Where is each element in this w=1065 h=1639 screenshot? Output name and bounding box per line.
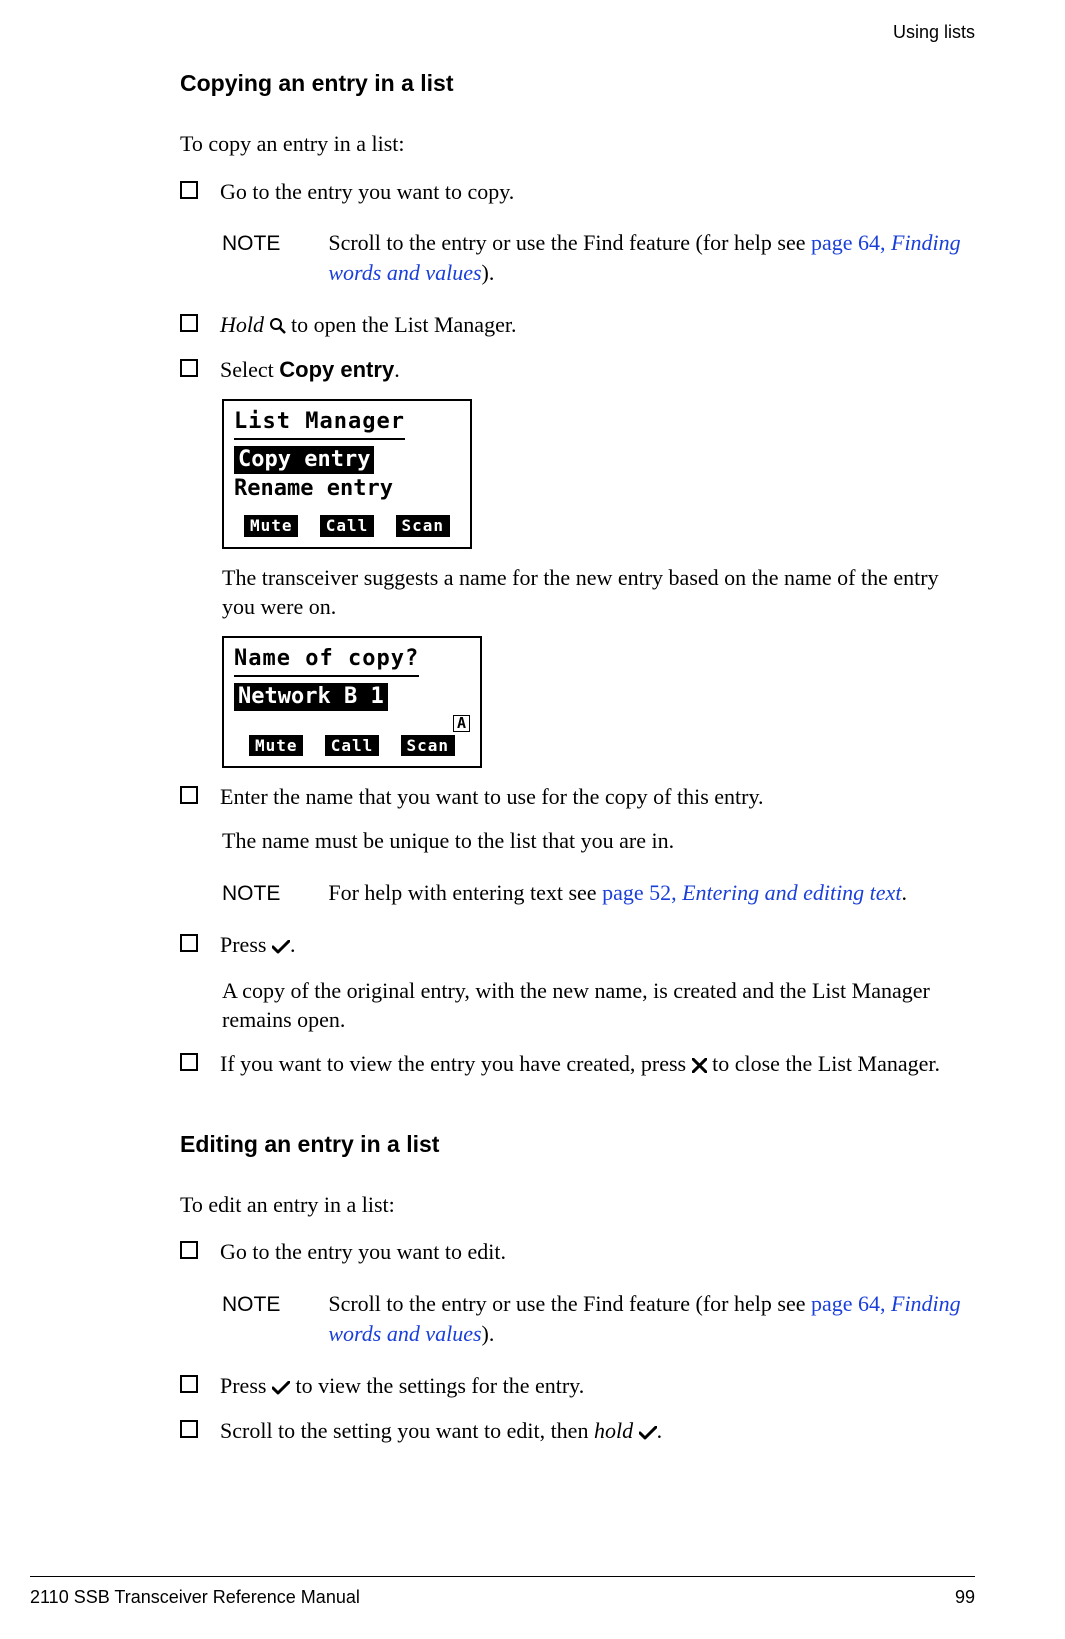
link-entering-text[interactable]: Entering and editing text: [682, 880, 901, 905]
link-comma: ,: [880, 1291, 891, 1316]
note-pre: Scroll to the entry or use the Find feat…: [328, 230, 811, 255]
checkbox-icon: [180, 314, 198, 332]
section-title-copying: Copying an entry in a list: [180, 68, 975, 99]
link-page-52[interactable]: page 52: [602, 880, 671, 905]
note-pre: Scroll to the entry or use the Find feat…: [328, 1291, 811, 1316]
step-post: .: [657, 1418, 663, 1443]
lcd-title: Name of copy?: [234, 646, 419, 676]
step-select-copy-entry: Select Copy entry.: [180, 355, 975, 385]
page-footer: 2110 SSB Transceiver Reference Manual 99: [30, 1576, 975, 1609]
lcd-indicator-a: A: [453, 715, 470, 732]
softkey-scan: Scan: [396, 515, 451, 536]
copy-entry-label: Copy entry: [279, 357, 394, 382]
checkbox-icon: [180, 359, 198, 377]
running-header: Using lists: [893, 20, 975, 44]
step-enter-name: Enter the name that you want to use for …: [180, 782, 975, 812]
step-pre: Press: [220, 1373, 272, 1398]
step-text: Go to the entry you want to copy.: [220, 177, 975, 207]
note-post: ).: [482, 260, 495, 285]
x-icon: [692, 1051, 707, 1081]
note-post: .: [901, 880, 907, 905]
note-find-feature-1: NOTE Scroll to the entry or use the Find…: [222, 228, 975, 287]
checkbox-icon: [180, 1420, 198, 1438]
checkbox-icon: [180, 1053, 198, 1071]
checkbox-icon: [180, 934, 198, 952]
tick-icon: [639, 1418, 657, 1448]
lcd-title: List Manager: [234, 409, 405, 439]
step-text: to open the List Manager.: [286, 312, 517, 337]
softkey-scan: Scan: [401, 735, 456, 756]
para-unique-name: The name must be unique to the list that…: [222, 826, 975, 856]
note-text: Scroll to the entry or use the Find feat…: [328, 1289, 975, 1348]
para-suggested-name: The transceiver suggests a name for the …: [222, 563, 975, 622]
note-post: ).: [482, 1321, 495, 1346]
note-label: NOTE: [222, 1291, 280, 1319]
step-go-to-entry-edit: Go to the entry you want to edit.: [180, 1237, 975, 1267]
note-text: Scroll to the entry or use the Find feat…: [328, 228, 975, 287]
step-text: Enter the name that you want to use for …: [220, 782, 975, 812]
step-press-x: If you want to view the entry you have c…: [180, 1049, 975, 1081]
step-pre: Press: [220, 932, 272, 957]
lcd-row: Rename entry: [234, 476, 460, 502]
link-page-64[interactable]: page 64: [811, 230, 880, 255]
checkbox-icon: [180, 181, 198, 199]
checkbox-icon: [180, 1241, 198, 1259]
step-scroll-hold-tick: Scroll to the setting you want to edit, …: [180, 1416, 975, 1448]
step-go-to-entry-copy: Go to the entry you want to copy.: [180, 177, 975, 207]
checkbox-icon: [180, 1375, 198, 1393]
hold-word: hold: [594, 1418, 633, 1443]
note-label: NOTE: [222, 230, 280, 258]
intro-editing: To edit an entry in a list:: [180, 1190, 975, 1220]
page-number: 99: [955, 1585, 975, 1609]
checkbox-icon: [180, 786, 198, 804]
lcd-selected-row: Copy entry: [234, 446, 374, 474]
hold-word: Hold: [220, 312, 264, 337]
softkey-mute: Mute: [244, 515, 299, 536]
step-press-tick: Press .: [180, 930, 975, 962]
section-title-editing: Editing an entry in a list: [180, 1129, 975, 1160]
note-entering-text: NOTE For help with entering text see pag…: [222, 878, 975, 908]
para-copy-created: A copy of the original entry, with the n…: [222, 976, 975, 1035]
lcd-name-of-copy: Name of copy? Network B 1 A Mute Call Sc…: [222, 636, 482, 768]
step-post: to view the settings for the entry.: [290, 1373, 584, 1398]
note-label: NOTE: [222, 880, 280, 908]
footer-title: 2110 SSB Transceiver Reference Manual: [30, 1585, 360, 1609]
step-pre: Select: [220, 357, 279, 382]
magnifier-icon: [270, 312, 286, 342]
note-pre: For help with entering text see: [328, 880, 602, 905]
tick-icon: [272, 1373, 290, 1403]
tick-icon: [272, 932, 290, 962]
step-hold-find: Hold to open the List Manager.: [180, 310, 975, 342]
note-text: For help with entering text see page 52,…: [328, 878, 975, 908]
lcd-list-manager: List Manager Copy entry Rename entry Mut…: [222, 399, 472, 549]
step-post: .: [394, 357, 400, 382]
softkey-call: Call: [320, 515, 375, 536]
link-comma: ,: [671, 880, 682, 905]
step-press-tick-view: Press to view the settings for the entry…: [180, 1371, 975, 1403]
step-post: .: [290, 932, 296, 957]
note-find-feature-2: NOTE Scroll to the entry or use the Find…: [222, 1289, 975, 1348]
link-comma: ,: [880, 230, 891, 255]
link-page-64[interactable]: page 64: [811, 1291, 880, 1316]
intro-copying: To copy an entry in a list:: [180, 129, 975, 159]
step-post: to close the List Manager.: [707, 1051, 940, 1076]
step-text: Go to the entry you want to edit.: [220, 1237, 975, 1267]
step-pre: Scroll to the setting you want to edit, …: [220, 1418, 594, 1443]
step-pre: If you want to view the entry you have c…: [220, 1051, 692, 1076]
softkey-call: Call: [325, 735, 380, 756]
lcd-selected-row: Network B 1: [234, 683, 388, 711]
softkey-mute: Mute: [249, 735, 304, 756]
